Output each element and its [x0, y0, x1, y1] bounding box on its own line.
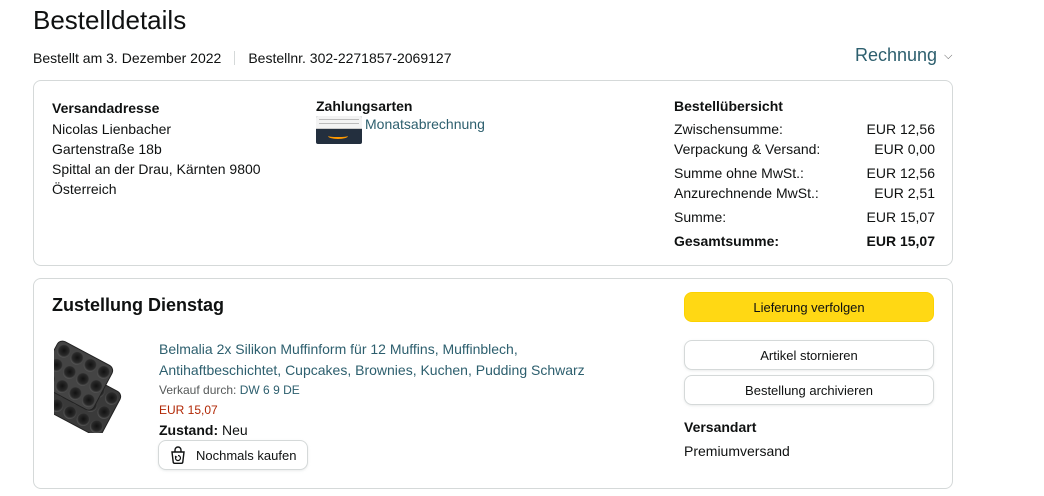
shipping-address: Versandadresse Nicolas Lienbacher Garten…	[52, 98, 261, 199]
order-number: Bestellnr. 302-2271857-2069127	[248, 50, 452, 66]
total-value: EUR 2,51	[874, 185, 935, 201]
order-meta: Bestellt am 3. Dezember 2022 Bestellnr. …	[33, 50, 452, 66]
meta-divider	[234, 51, 236, 65]
shipment-title: Zustellung Dienstag	[52, 295, 225, 315]
track-delivery-button[interactable]: Lieferung verfolgen	[684, 292, 934, 322]
total-label: Summe ohne MwSt.:	[674, 165, 804, 181]
payment-methods: Zahlungsarten Monatsabrechnung	[316, 98, 485, 144]
total-value: EUR 12,56	[866, 165, 935, 181]
total-row-net: Summe ohne MwSt.: EUR 12,56	[674, 163, 935, 183]
condition-label: Zustand:	[159, 422, 219, 438]
payment-heading: Zahlungsarten	[316, 98, 413, 114]
shipping-address-heading: Versandadresse	[52, 100, 160, 116]
product-title-link[interactable]: Belmalia 2x Silikon Muffinform für 12 Mu…	[159, 339, 609, 381]
shipment-box: Zustellung Dienstag Belmalia 2x Silikon …	[33, 278, 953, 489]
page-title: Bestelldetails	[33, 5, 187, 35]
chevron-down-icon: ⌵	[944, 50, 953, 62]
product-price: EUR 15,07	[159, 403, 218, 417]
shipping-method-heading: Versandart	[684, 419, 757, 435]
total-label: Anzurechnende MwSt.:	[674, 185, 819, 201]
payment-method-row: Monatsabrechnung	[316, 116, 485, 144]
total-row-sum: Summe: EUR 15,07	[674, 207, 935, 227]
invoice-dropdown[interactable]: Rechnung ⌵	[855, 45, 952, 66]
buy-again-label: Nochmals kaufen	[196, 447, 297, 463]
buy-again-icon	[171, 446, 185, 464]
total-value: EUR 12,56	[866, 121, 935, 137]
seller-prefix: Verkauf durch:	[159, 383, 237, 397]
total-label: Summe:	[674, 209, 727, 225]
buy-again-button[interactable]: Nochmals kaufen	[158, 440, 309, 470]
seller-link[interactable]: DW 6 9 DE	[240, 383, 300, 397]
credit-card-icon	[316, 116, 362, 144]
order-date: Bestellt am 3. Dezember 2022	[33, 50, 222, 66]
total-row-shipping: Verpackung & Versand: EUR 0,00	[674, 139, 935, 159]
total-row-grand: Gesamtsumme: EUR 15,07	[674, 231, 935, 251]
address-line: Gartenstraße 18b	[52, 141, 162, 157]
address-line: Österreich	[52, 181, 117, 197]
grand-total-value: EUR 15,07	[866, 233, 935, 249]
shipping-method: Versandart Premiumversand	[684, 415, 790, 463]
total-value: EUR 0,00	[874, 141, 935, 157]
totals-heading: Bestellübersicht	[674, 98, 783, 114]
seller-info: Verkauf durch: DW 6 9 DE	[159, 383, 300, 397]
total-row-vat: Anzurechnende MwSt.: EUR 2,51	[674, 183, 935, 203]
invoice-label: Rechnung	[855, 45, 938, 65]
condition-value: Neu	[222, 422, 248, 438]
address-line: Nicolas Lienbacher	[52, 121, 172, 137]
total-value: EUR 15,07	[866, 209, 935, 225]
muffin-tray-image[interactable]	[54, 337, 136, 433]
payment-method-link[interactable]: Monatsabrechnung	[365, 116, 485, 132]
order-summary-box: Versandadresse Nicolas Lienbacher Garten…	[33, 80, 953, 266]
address-line: Spittal an der Drau, Kärnten 9800	[52, 161, 261, 177]
grand-total-label: Gesamtsumme:	[674, 233, 780, 249]
product-condition: Zustand: Neu	[159, 422, 248, 438]
total-label: Zwischensumme:	[674, 121, 783, 137]
total-row-subtotal: Zwischensumme: EUR 12,56	[674, 119, 935, 139]
cancel-item-button[interactable]: Artikel stornieren	[684, 340, 934, 370]
shipping-method-value: Premiumversand	[684, 443, 790, 459]
archive-order-button[interactable]: Bestellung archivieren	[684, 375, 934, 405]
order-totals: Bestellübersicht Zwischensumme: EUR 12,5…	[674, 98, 935, 251]
total-label: Verpackung & Versand:	[674, 141, 821, 157]
